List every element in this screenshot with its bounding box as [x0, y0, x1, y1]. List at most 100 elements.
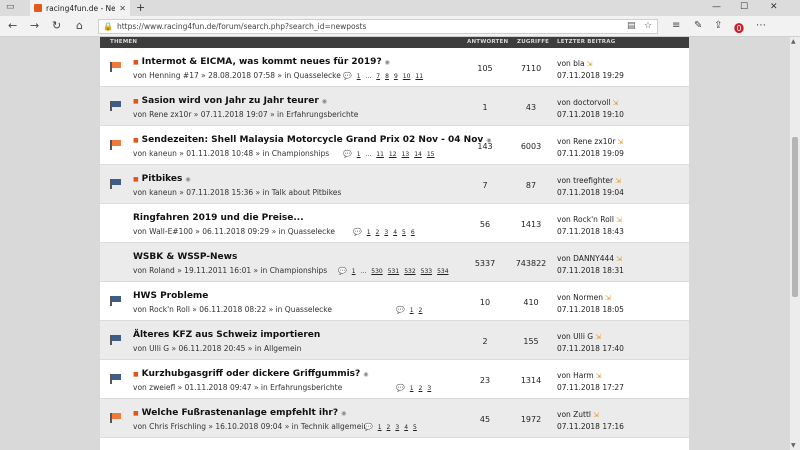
topic-title[interactable]: Ringfahren 2019 und die Preise... [133, 213, 304, 223]
table-row[interactable]: HWS Probleme von Rock'n Roll » 06.11.2018… [100, 282, 689, 321]
goto-last-post-icon[interactable]: ⇲ [605, 294, 611, 302]
menu-icon[interactable]: ⋯ [756, 20, 766, 31]
topic-title[interactable]: Sendezeiten: Shell Malaysia Motorcycle G… [142, 135, 484, 145]
topic-title-link[interactable]: ■ Sasion wird von Jahr zu Jahr teurer ◉ [133, 96, 327, 106]
page-link[interactable]: 8 [385, 73, 389, 80]
page-link[interactable]: 1 [357, 151, 361, 158]
last-post-author[interactable]: von Harm [557, 371, 594, 380]
topic-title-link[interactable]: WSBK & WSSP-News [133, 252, 237, 262]
page-link[interactable]: 1 [378, 424, 382, 431]
favorites-bar-icon[interactable]: ≡ [672, 20, 680, 31]
pinterest-icon[interactable]: ⓿ [734, 20, 744, 35]
goto-last-post-icon[interactable]: ⇲ [616, 255, 622, 263]
topic-title[interactable]: HWS Probleme [133, 291, 208, 301]
topic-title-link[interactable]: HWS Probleme [133, 291, 208, 301]
last-post-author[interactable]: von bla [557, 59, 585, 68]
goto-last-post-icon[interactable]: ⇲ [596, 372, 602, 380]
last-post-author[interactable]: von Rock'n Roll [557, 215, 614, 224]
topic-title-link[interactable]: ■ Intermot & EICMA, was kommt neues für 2… [133, 57, 390, 67]
page-link[interactable]: 11 [415, 73, 423, 80]
scroll-up-icon[interactable]: ▲ [791, 38, 796, 45]
goto-first-unread-icon[interactable]: ◉ [363, 371, 368, 378]
page-link[interactable]: 1 [410, 385, 414, 392]
share-icon[interactable]: ⇪ [714, 20, 722, 31]
address-bar[interactable]: 🔒 ▤ ☆ [98, 19, 658, 34]
page-link[interactable]: 532 [404, 268, 415, 275]
table-row[interactable]: ■ Sasion wird von Jahr zu Jahr teurer ◉ von… [100, 87, 689, 126]
page-link[interactable]: 4 [393, 229, 397, 236]
page-link[interactable]: 6 [411, 229, 415, 236]
table-row[interactable]: ■ Kurzhubgasgriff oder dickere Griffgummi… [100, 360, 689, 399]
table-row[interactable]: ■ Intermot & EICMA, was kommt neues für 2… [100, 48, 689, 87]
page-link[interactable]: 7 [376, 73, 380, 80]
page-link[interactable]: 530 [371, 268, 382, 275]
home-icon[interactable]: ⌂ [76, 19, 83, 33]
page-link[interactable]: 1 [352, 268, 356, 275]
topic-title-link[interactable]: ■ Kurzhubgasgriff oder dickere Griffgummi… [133, 369, 369, 379]
topic-title-link[interactable]: Älteres KFZ aus Schweiz importieren [133, 330, 320, 340]
page-link[interactable]: 11 [376, 151, 384, 158]
goto-last-post-icon[interactable]: ⇲ [617, 138, 623, 146]
goto-last-post-icon[interactable]: ⇲ [612, 99, 618, 107]
favorite-star-icon[interactable]: ☆ [644, 21, 652, 31]
last-post-author[interactable]: von Rene zx10r [557, 137, 615, 146]
back-icon[interactable]: ← [8, 19, 17, 33]
page-link[interactable]: 1 [357, 73, 361, 80]
goto-first-unread-icon[interactable]: ◉ [341, 410, 346, 417]
page-link[interactable]: 14 [414, 151, 422, 158]
topic-title-link[interactable]: Ringfahren 2019 und die Preise... [133, 213, 304, 223]
new-post-icon[interactable]: ■ [133, 59, 139, 66]
goto-last-post-icon[interactable]: ⇲ [595, 333, 601, 341]
new-post-icon[interactable]: ■ [133, 98, 139, 105]
minimize-icon[interactable]: — [712, 2, 721, 12]
scrollbar[interactable]: ▲ ▼ [790, 37, 800, 450]
topic-title[interactable]: Älteres KFZ aus Schweiz importieren [133, 330, 320, 340]
goto-first-unread-icon[interactable]: ◉ [385, 59, 390, 66]
page-link[interactable]: 9 [394, 73, 398, 80]
refresh-icon[interactable]: ↻ [52, 19, 61, 33]
scroll-down-icon[interactable]: ▼ [791, 442, 796, 449]
table-row[interactable]: Älteres KFZ aus Schweiz importieren von U… [100, 321, 689, 360]
page-link[interactable]: 3 [395, 424, 399, 431]
forward-icon[interactable]: → [30, 19, 39, 33]
tab-racing4fun[interactable]: racing4fun.de - Neue Be ✕ [30, 0, 130, 16]
table-row[interactable]: ■ Pitbikes ◉ von kaneun » 07.11.2018 15:36 … [100, 165, 689, 204]
page-link[interactable]: 3 [427, 385, 431, 392]
pen-icon[interactable]: ✎ [694, 20, 702, 31]
topic-title[interactable]: Welche Fußrastenanlage empfehlt ihr? [142, 408, 338, 418]
last-post-author[interactable]: von Ulli G [557, 332, 593, 341]
goto-last-post-icon[interactable]: ⇲ [587, 60, 593, 68]
last-post-author[interactable]: von doctorvoll [557, 98, 610, 107]
page-link[interactable]: 2 [376, 229, 380, 236]
page-link[interactable]: 1 [367, 229, 371, 236]
topic-title-link[interactable]: ■ Welche Fußrastenanlage empfehlt ihr? ◉ [133, 408, 346, 418]
close-tab-icon[interactable]: ✕ [119, 4, 126, 13]
page-link[interactable]: 4 [404, 424, 408, 431]
topic-title-link[interactable]: ■ Sendezeiten: Shell Malaysia Motorcycle … [133, 135, 492, 145]
reading-view-icon[interactable]: ▤ [627, 21, 636, 31]
page-link[interactable]: 12 [389, 151, 397, 158]
goto-first-unread-icon[interactable]: ◉ [322, 98, 327, 105]
page-link[interactable]: 531 [388, 268, 399, 275]
new-post-icon[interactable]: ■ [133, 410, 139, 417]
page-link[interactable]: 1 [410, 307, 414, 314]
topic-title[interactable]: Kurzhubgasgriff oder dickere Griffgummis… [142, 369, 361, 379]
page-link[interactable]: 5 [413, 424, 417, 431]
new-post-icon[interactable]: ■ [133, 371, 139, 378]
page-link[interactable]: 15 [427, 151, 435, 158]
table-row[interactable]: WSBK & WSSP-News von Roland » 19.11.2011 … [100, 243, 689, 282]
new-post-icon[interactable]: ■ [133, 137, 139, 144]
close-window-icon[interactable]: ✕ [770, 2, 778, 12]
new-post-icon[interactable]: ■ [133, 176, 139, 183]
table-row[interactable]: ■ Sendezeiten: Shell Malaysia Motorcycle … [100, 126, 689, 165]
topic-title[interactable]: Sasion wird von Jahr zu Jahr teurer [142, 96, 319, 106]
new-tab-button[interactable]: + [136, 2, 145, 14]
topic-title[interactable]: Pitbikes [142, 174, 183, 184]
page-link[interactable]: 5 [402, 229, 406, 236]
topic-title[interactable]: Intermot & EICMA, was kommt neues für 20… [142, 57, 382, 67]
topic-title-link[interactable]: ■ Pitbikes ◉ [133, 174, 191, 184]
last-post-author[interactable]: von treefighter [557, 176, 613, 185]
tab-preview-icon[interactable]: ▭ [6, 2, 15, 12]
table-row[interactable]: Ringfahren 2019 und die Preise... von Wal… [100, 204, 689, 243]
goto-first-unread-icon[interactable]: ◉ [185, 176, 190, 183]
